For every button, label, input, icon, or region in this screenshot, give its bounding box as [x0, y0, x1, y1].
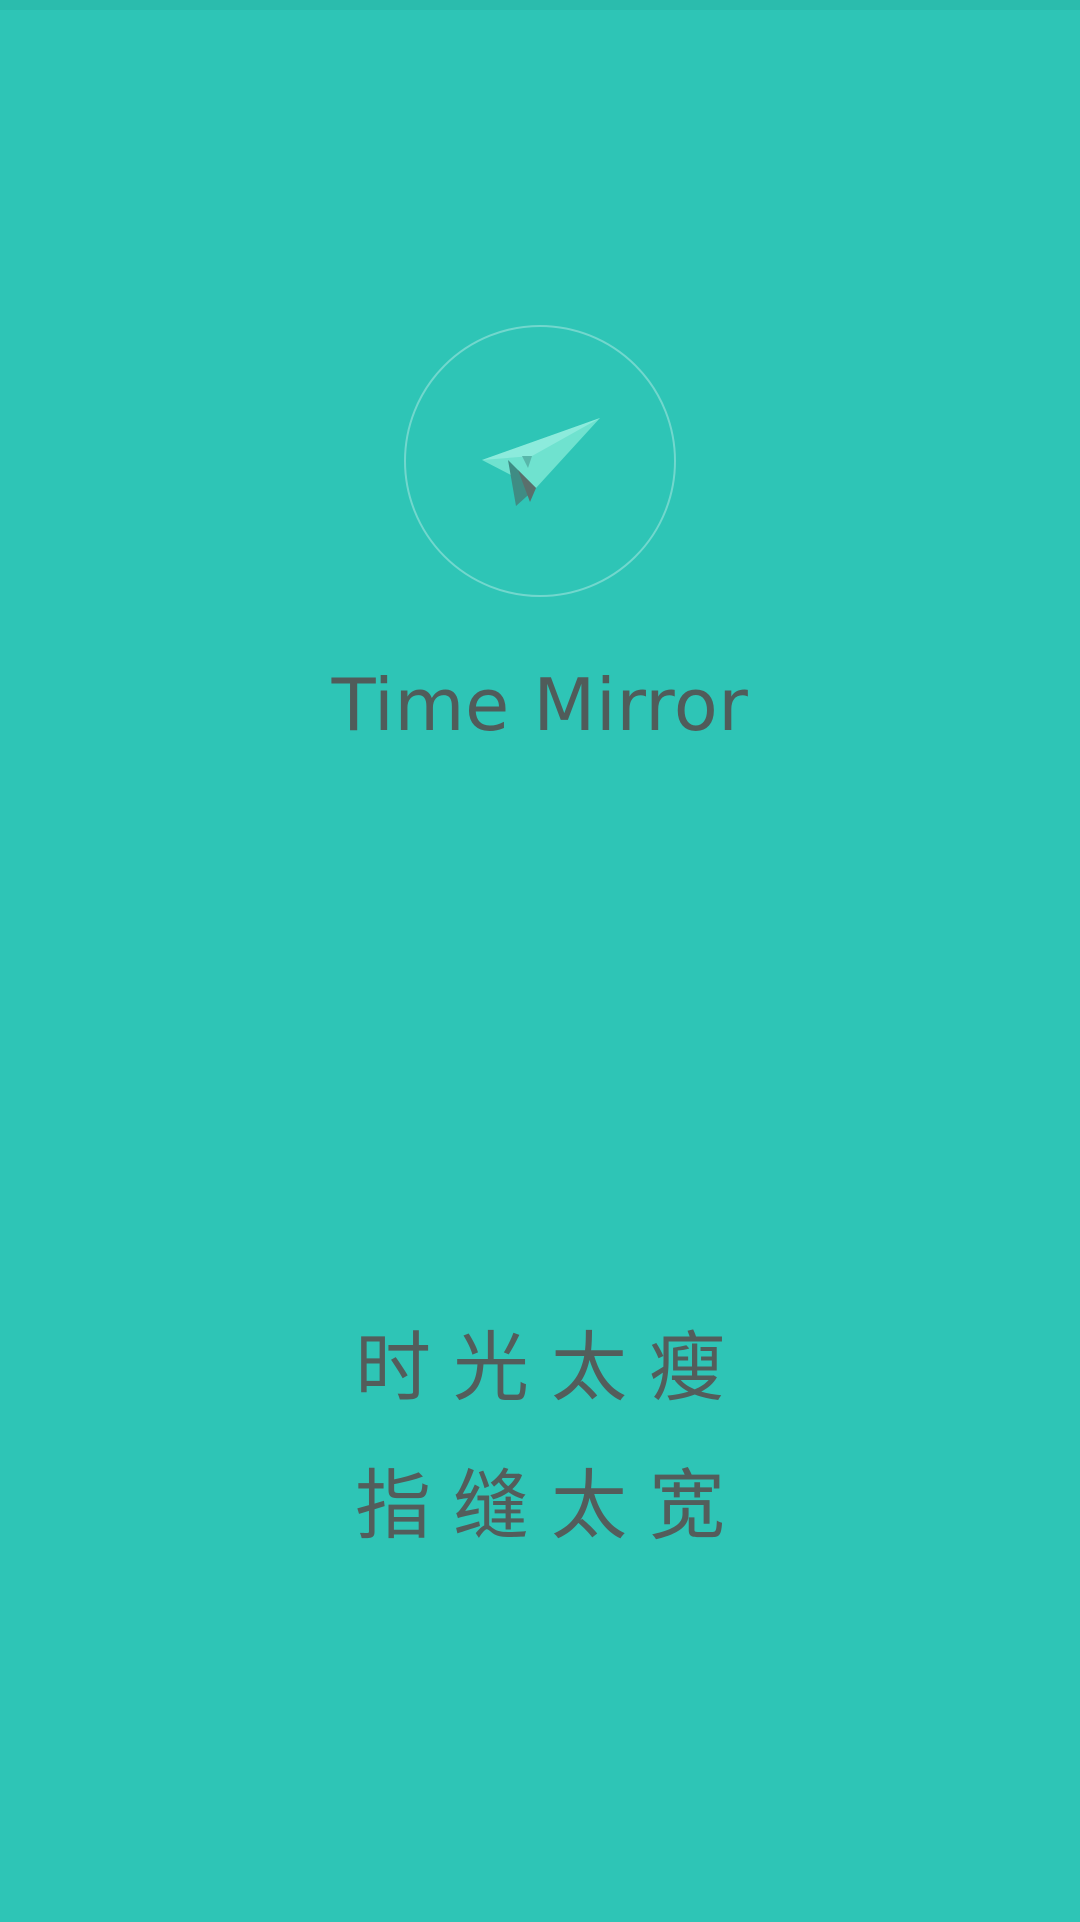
status-bar	[0, 0, 1080, 10]
paper-plane-icon	[482, 418, 600, 506]
slogan-line-2: 指缝太宽	[355, 1461, 747, 1550]
slogan-line-1: 时光太瘦	[355, 1323, 747, 1412]
app-title: Time Mirror	[331, 663, 749, 747]
